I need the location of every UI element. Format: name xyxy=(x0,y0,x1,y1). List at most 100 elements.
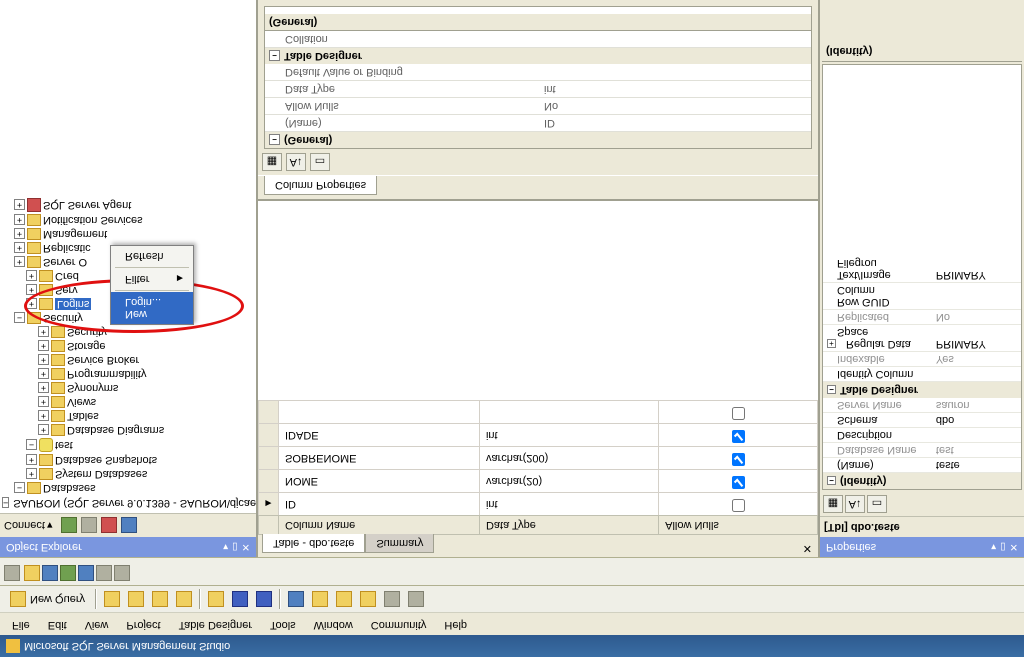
alphabetical-button[interactable]: A↓ xyxy=(845,495,865,513)
stop-icon[interactable] xyxy=(101,518,117,534)
panel-dropdown-icon[interactable]: ▾ xyxy=(223,542,228,553)
views-node[interactable]: +Views xyxy=(2,395,254,409)
tab-table-designer[interactable]: Table - dbo.teste xyxy=(262,534,365,553)
save-all-button[interactable] xyxy=(253,588,275,610)
prop-value[interactable]: Yes xyxy=(932,352,1021,366)
connect-icon[interactable] xyxy=(61,518,77,534)
programmability-node[interactable]: +Programmability xyxy=(2,367,254,381)
db-diagrams-node[interactable]: +Database Diagrams xyxy=(2,423,254,437)
column-prop-grid[interactable]: −(General) (Name)IDAllow NullsNoData Typ… xyxy=(264,6,812,149)
close-tab-icon[interactable]: ✕ xyxy=(803,542,812,555)
expander-icon[interactable]: + xyxy=(38,327,49,338)
prop-row[interactable]: +Regular Data SpacePRIMARY xyxy=(823,325,1021,352)
row-header[interactable] xyxy=(259,470,279,493)
menu-window[interactable]: Window xyxy=(306,615,361,633)
menu-community[interactable]: Community xyxy=(363,615,435,633)
categorized-button[interactable]: ▦ xyxy=(262,153,282,171)
collapse-icon[interactable]: − xyxy=(827,477,836,486)
menu-item-refresh[interactable]: Refresh xyxy=(111,246,193,266)
td-btn-5[interactable] xyxy=(78,562,94,581)
prop-row[interactable]: Data Typeint xyxy=(265,81,811,98)
prop-value[interactable] xyxy=(932,283,1021,309)
col-header-nulls[interactable]: Allow Nulls xyxy=(659,516,818,535)
prop-value[interactable]: PRIMARY xyxy=(932,325,1021,351)
prop-row[interactable]: Server Namesauron xyxy=(823,398,1021,413)
expander-icon[interactable]: + xyxy=(26,455,37,466)
synonyms-node[interactable]: +Synonyms xyxy=(2,381,254,395)
prop-value[interactable]: sauron xyxy=(932,398,1021,412)
databases-node[interactable]: −Databases xyxy=(2,481,254,495)
prop-row[interactable]: Default Value or Binding xyxy=(265,64,811,81)
prop-row[interactable]: Text/Image FilegrouPRIMARY xyxy=(823,256,1021,283)
menu-table-designer[interactable]: Table Designer xyxy=(171,615,260,633)
expander-icon[interactable]: + xyxy=(38,355,49,366)
cell-data-type[interactable]: varchar(20) xyxy=(479,470,658,493)
prop-row[interactable]: Schemadbo xyxy=(823,413,1021,428)
user-db-node[interactable]: −test xyxy=(2,437,254,453)
menu-item-filter[interactable]: Filter▶ xyxy=(111,269,193,289)
expander-icon[interactable]: + xyxy=(14,229,25,240)
filter-icon[interactable] xyxy=(121,518,137,534)
cell-allow-nulls[interactable] xyxy=(659,424,818,447)
allow-nulls-checkbox[interactable] xyxy=(732,430,745,443)
panel-pin-icon[interactable]: ▯ xyxy=(232,542,238,553)
expander-icon[interactable]: + xyxy=(26,469,37,480)
prop-pages-button[interactable]: ▭ xyxy=(867,495,887,513)
table-row[interactable]: NOME varchar(20) xyxy=(259,470,818,493)
expander-icon[interactable]: + xyxy=(38,425,49,436)
panel-pin-icon[interactable]: ▯ xyxy=(1000,542,1006,553)
management-node[interactable]: +Management xyxy=(2,227,254,241)
expander-icon[interactable]: − xyxy=(2,498,9,509)
table-row[interactable]: SOBRENOME varchar(200) xyxy=(259,447,818,470)
menu-help[interactable]: Help xyxy=(436,615,475,633)
empty-cell[interactable] xyxy=(479,401,658,424)
toolbar-btn-4[interactable] xyxy=(173,588,195,610)
prop-pages-button[interactable]: ▭ xyxy=(310,153,330,171)
cell-data-type[interactable]: varchar(200) xyxy=(479,447,658,470)
cell-data-type[interactable]: int xyxy=(479,493,658,516)
cell-column-name[interactable]: ID xyxy=(279,493,480,516)
row-header[interactable] xyxy=(259,447,279,470)
empty-cell[interactable] xyxy=(659,401,818,424)
table-row[interactable]: ID int xyxy=(259,493,818,516)
td-btn-6[interactable] xyxy=(96,562,112,581)
tables-node[interactable]: +Tables xyxy=(2,409,254,423)
expander-icon[interactable]: + xyxy=(38,383,49,394)
cell-column-name[interactable]: NOME xyxy=(279,470,480,493)
allow-nulls-checkbox[interactable] xyxy=(732,407,745,420)
panel-dropdown-icon[interactable]: ▾ xyxy=(991,542,996,553)
database-snapshots-node[interactable]: +Database Snapshots xyxy=(2,453,254,467)
notification-node[interactable]: +Notification Services xyxy=(2,213,254,227)
td-btn-2[interactable] xyxy=(24,562,40,581)
expander-icon[interactable]: − xyxy=(14,483,25,494)
prop-value[interactable]: PRIMARY xyxy=(932,256,1021,282)
categorized-button[interactable]: ▦ xyxy=(823,495,843,513)
prop-row[interactable]: Collation xyxy=(265,31,811,48)
cell-allow-nulls[interactable] xyxy=(659,470,818,493)
prop-value[interactable] xyxy=(538,31,811,47)
expander-icon[interactable]: + xyxy=(14,215,25,226)
expander-icon[interactable]: + xyxy=(14,243,25,254)
disconnect-icon[interactable] xyxy=(81,518,97,534)
panel-close-icon[interactable]: ✕ xyxy=(1010,542,1018,553)
server-node[interactable]: −SAURON (SQL Server 9.0.1399 - SAURON\dj… xyxy=(2,495,254,511)
prop-value[interactable] xyxy=(538,64,811,80)
cell-data-type[interactable]: int xyxy=(479,424,658,447)
prop-value[interactable]: ID xyxy=(538,115,811,131)
prop-row[interactable]: Description xyxy=(823,428,1021,443)
td-btn-7[interactable] xyxy=(114,562,130,581)
expander-icon[interactable]: + xyxy=(26,299,37,310)
expander-icon[interactable]: + xyxy=(38,411,49,422)
cell-allow-nulls[interactable] xyxy=(659,447,818,470)
td-btn-1[interactable] xyxy=(4,562,20,581)
td-btn-3[interactable] xyxy=(42,562,58,581)
identity-section[interactable]: −(Identity) xyxy=(823,473,1021,489)
prop-value[interactable] xyxy=(932,428,1021,442)
properties-grid[interactable]: −(Identity) (Name)testeDatabase Nametest… xyxy=(822,64,1022,490)
expander-icon[interactable]: − xyxy=(26,440,37,451)
prop-value[interactable]: No xyxy=(538,98,811,114)
prop-row[interactable]: (Name)teste xyxy=(823,458,1021,473)
panel-close-icon[interactable]: ✕ xyxy=(242,542,250,553)
row-header[interactable] xyxy=(259,493,279,516)
prop-value[interactable]: test xyxy=(932,443,1021,457)
